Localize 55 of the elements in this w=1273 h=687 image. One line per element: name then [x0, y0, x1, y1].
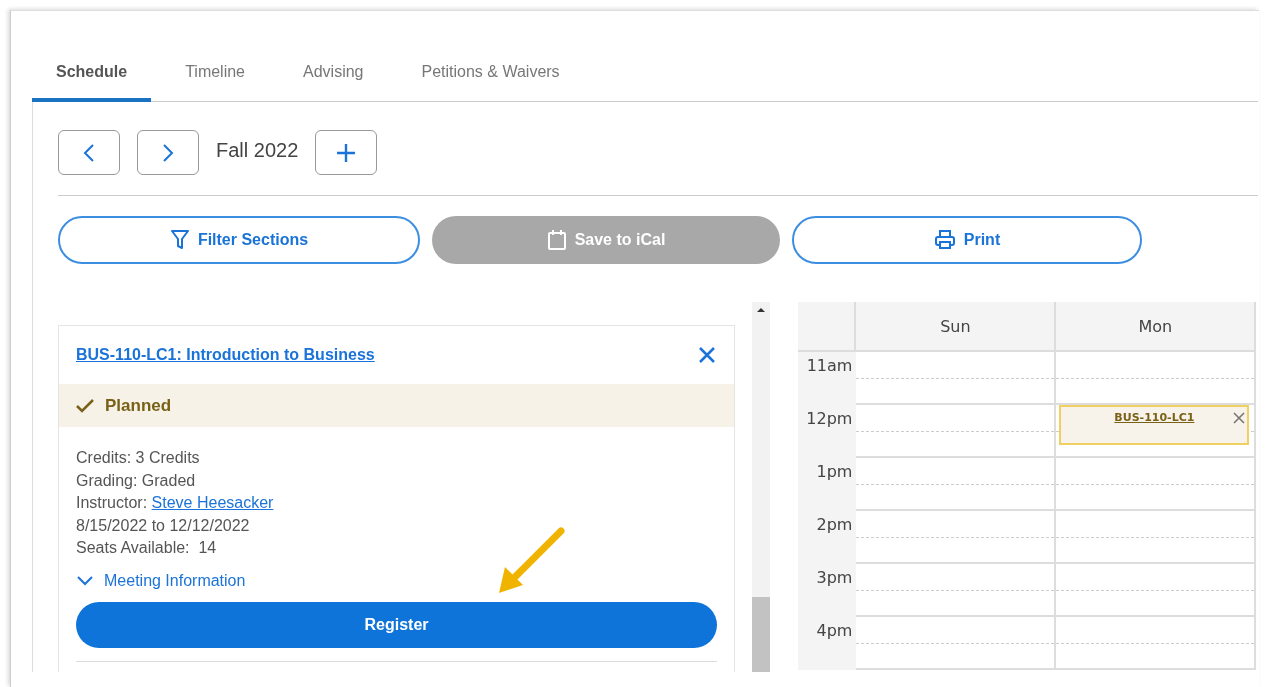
next-button[interactable]	[137, 130, 199, 175]
header-corner	[798, 302, 857, 352]
previous-button[interactable]	[58, 130, 120, 175]
detail-line: Instructor: Steve Heesacker	[76, 493, 275, 513]
detail-line: Credits: 3 Credits	[76, 448, 201, 468]
meeting-info-toggle[interactable]: Meeting Information	[76, 571, 246, 590]
scrollbar[interactable]	[752, 302, 770, 672]
close-button[interactable]	[698, 346, 716, 364]
time-slot[interactable]	[1056, 352, 1257, 405]
time-slot[interactable]	[856, 405, 1057, 458]
filter-button[interactable]: Filter Sections	[58, 216, 420, 264]
close-button[interactable]	[1233, 412, 1246, 424]
chevron-down-icon	[76, 574, 94, 587]
add-term-button[interactable]	[315, 130, 378, 175]
course-title-link[interactable]: BUS-110-LC1: Introduction to Business	[76, 346, 375, 364]
plus-icon	[336, 142, 357, 163]
time-slot[interactable]	[856, 564, 1057, 617]
time-slot[interactable]	[1056, 564, 1257, 617]
time-slot[interactable]	[856, 352, 1057, 405]
time-slot[interactable]	[856, 617, 1057, 670]
register-button[interactable]: Register	[76, 601, 717, 648]
chevron-right-icon	[162, 142, 174, 163]
term-label: Fall 2022	[216, 139, 299, 162]
tab[interactable]: Advising	[279, 59, 388, 102]
day-header: Sun	[856, 302, 1057, 352]
scrollbar-thumb[interactable]	[752, 597, 770, 672]
time-slot[interactable]	[1056, 458, 1257, 511]
chevron-left-icon	[83, 142, 95, 163]
hour-label: 3pm	[798, 564, 857, 617]
print-button[interactable]: Print	[792, 216, 1142, 264]
detail-line: 8/15/2022 to 12/12/2022	[76, 515, 251, 536]
hour-label: 12pm	[798, 405, 857, 458]
status-label: Planned	[105, 395, 172, 416]
detail-line: Seats Available: 14	[76, 538, 218, 558]
tab[interactable]: Schedule	[32, 59, 152, 102]
hour-label: 1pm	[798, 458, 857, 511]
filter-icon	[169, 229, 190, 251]
time-slot[interactable]	[856, 511, 1057, 564]
event-link[interactable]: BUS-110-LC1	[1114, 411, 1195, 443]
printer-icon	[933, 230, 956, 250]
tab[interactable]: Petitions & Waivers	[397, 59, 584, 102]
time-slot[interactable]	[856, 458, 1057, 511]
time-slot[interactable]	[1056, 617, 1257, 670]
day-header: Mon	[1056, 302, 1257, 352]
checkmark-icon	[75, 397, 95, 414]
calendar-icon	[546, 229, 567, 251]
instructor-link[interactable]: Steve Heesacker	[151, 494, 274, 511]
hour-label: 4pm	[798, 617, 857, 670]
time-slot[interactable]	[1056, 511, 1257, 564]
time-slot[interactable]: BUS-110-LC1	[1056, 405, 1257, 458]
tab[interactable]: Timeline	[161, 59, 269, 102]
detail-line: Grading: Graded	[76, 470, 197, 491]
hour-label: 11am	[798, 352, 857, 405]
hour-label: 2pm	[798, 511, 857, 564]
calendar-event[interactable]: BUS-110-LC1	[1059, 405, 1250, 445]
